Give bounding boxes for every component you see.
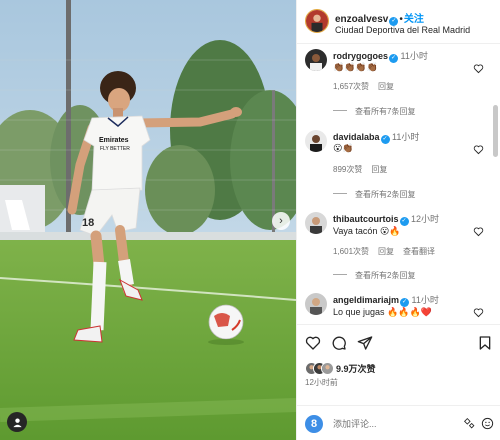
comment-meta: 899次赞 回复 bbox=[333, 164, 396, 175]
comment-header: davidalaba ✓ 11小时 bbox=[333, 130, 419, 144]
comment-header: angeldimariajm ✓ 11小时 bbox=[333, 293, 439, 307]
reply-button[interactable]: 回复 bbox=[378, 82, 394, 91]
post-actions: 9.9万次赞 12小时前 8 bbox=[297, 324, 500, 440]
emoji-icon[interactable] bbox=[481, 417, 494, 430]
author-username[interactable]: enzoalvesv bbox=[335, 14, 388, 25]
view-replies-button[interactable]: 查看所有7条回复 bbox=[333, 106, 415, 117]
author-line: enzoalvesv ✓ •关注 bbox=[335, 10, 424, 26]
comment-header: rodrygogoes ✓ 11小时 bbox=[333, 49, 428, 63]
add-comment-bar: 8 bbox=[297, 405, 500, 440]
tag-user-icon[interactable] bbox=[7, 412, 27, 432]
football bbox=[208, 304, 244, 340]
comment-header: thibautcourtois ✓ 12小时 bbox=[333, 212, 439, 226]
comment-likes[interactable]: 1,657次赞 bbox=[333, 82, 369, 91]
comment-username[interactable]: angeldimariajm bbox=[333, 295, 399, 305]
comment-likes[interactable]: 899次赞 bbox=[333, 165, 362, 174]
comment-username[interactable]: rodrygogoes bbox=[333, 51, 388, 61]
comment-likes[interactable]: 1,601次赞 bbox=[333, 247, 369, 256]
bookmark-icon[interactable] bbox=[477, 335, 493, 351]
jersey-number: 18 bbox=[82, 217, 94, 229]
comment-time: 11小时 bbox=[411, 295, 439, 305]
heart-icon[interactable] bbox=[473, 307, 484, 318]
commenter-avatar[interactable] bbox=[305, 212, 327, 234]
comment-username[interactable]: davidalaba bbox=[333, 132, 380, 142]
comment-meta: 1,601次赞 回复 查看翻译 bbox=[333, 246, 444, 257]
comment-input[interactable] bbox=[333, 416, 463, 432]
post-sidebar: enzoalvesv ✓ •关注 Ciudad Deportiva del Real… bbox=[296, 0, 500, 440]
verified-icon: ✓ bbox=[399, 217, 409, 226]
comment-text: Vaya tacón 😮🔥 bbox=[333, 226, 401, 236]
jersey-sponsor: Emirates bbox=[99, 137, 129, 144]
post-photo[interactable]: Emirates FLY BETTER 18 › bbox=[0, 0, 296, 440]
comments-scrollbar[interactable] bbox=[493, 105, 498, 157]
football-photo: Emirates FLY BETTER 18 bbox=[0, 0, 296, 440]
comment-time: 11小时 bbox=[392, 132, 420, 142]
commenter-avatar[interactable] bbox=[305, 293, 327, 315]
commenter-avatar[interactable] bbox=[305, 130, 327, 152]
comment-username[interactable]: thibautcourtois bbox=[333, 214, 399, 224]
share-icon[interactable] bbox=[357, 335, 373, 351]
current-user-avatar: 8 bbox=[305, 415, 323, 433]
liker-avatar bbox=[321, 362, 334, 376]
comment-text: Lo que jugas 🔥🔥🔥❤️ bbox=[333, 307, 432, 317]
jersey-sponsor-sub: FLY BETTER bbox=[100, 146, 130, 152]
heart-icon[interactable] bbox=[473, 226, 484, 237]
emoji-picker-icon[interactable] bbox=[463, 417, 476, 430]
comment-time: 11小时 bbox=[400, 51, 428, 61]
post-header: enzoalvesv ✓ •关注 Ciudad Deportiva del Real… bbox=[297, 0, 500, 44]
view-replies-button[interactable]: 查看所有2条回复 bbox=[333, 270, 415, 281]
comment-time: 12小时 bbox=[411, 214, 440, 224]
comment-text: 😮👏🏾 bbox=[333, 143, 354, 153]
heart-icon[interactable] bbox=[473, 144, 484, 155]
likes-count[interactable]: 9.9万次赞 bbox=[336, 364, 376, 374]
post-time: 12小时前 bbox=[305, 378, 338, 387]
verified-icon: ✓ bbox=[380, 135, 390, 144]
post-location[interactable]: Ciudad Deportiva del Real Madrid bbox=[335, 25, 470, 35]
comment-icon[interactable] bbox=[331, 335, 347, 351]
like-heart-icon[interactable] bbox=[305, 335, 321, 351]
likes-summary[interactable]: 9.9万次赞 bbox=[305, 360, 376, 376]
follow-button[interactable]: 关注 bbox=[404, 14, 424, 25]
comment-text: 👏🏾👏🏾👏🏾👏🏾 bbox=[333, 62, 378, 72]
comment-meta: 1,657次赞 回复 bbox=[333, 81, 403, 92]
commenter-avatar[interactable] bbox=[305, 49, 327, 71]
reply-button[interactable]: 回复 bbox=[371, 165, 387, 174]
verified-icon: ✓ bbox=[400, 298, 410, 307]
heart-icon[interactable] bbox=[473, 63, 484, 74]
translate-button[interactable]: 查看翻译 bbox=[403, 247, 435, 256]
verified-icon: ✓ bbox=[389, 54, 399, 63]
view-replies-button[interactable]: 查看所有2条回复 bbox=[333, 189, 415, 200]
next-arrow-icon[interactable]: › bbox=[272, 212, 290, 230]
reply-button[interactable]: 回复 bbox=[378, 247, 394, 256]
instagram-post: Emirates FLY BETTER 18 › enzoalvesv ✓ •关… bbox=[0, 0, 500, 440]
comments-list: rodrygogoes ✓ 11小时 👏🏾👏🏾👏🏾👏🏾 1,657次赞 回复 查看所… bbox=[297, 45, 500, 324]
separator-dot: • bbox=[399, 14, 403, 25]
author-avatar[interactable] bbox=[305, 9, 329, 33]
